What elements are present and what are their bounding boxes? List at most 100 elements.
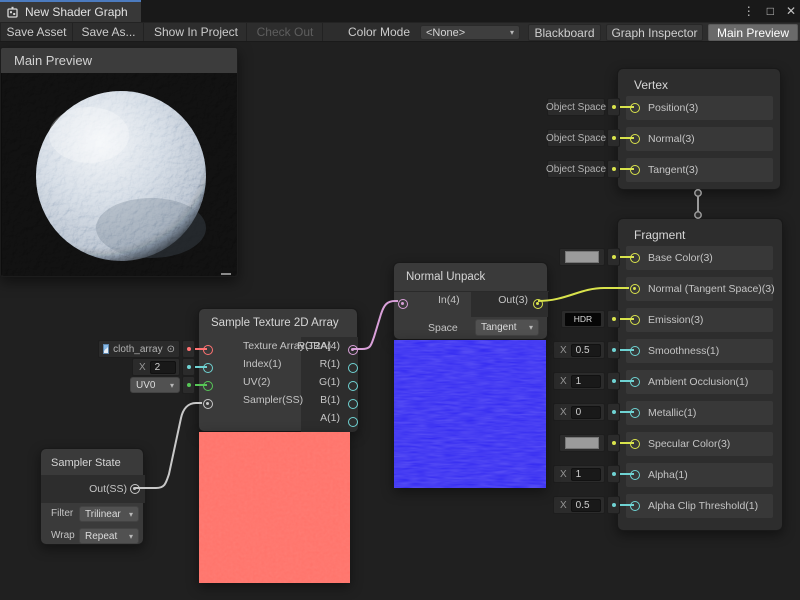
metallic-value-chip[interactable]: X0 [553,403,634,421]
wrap-label: Wrap [51,530,75,541]
space-value: Tangent [481,322,517,333]
fragment-node[interactable]: Fragment Base Color(3) Normal (Tangent S… [617,218,783,531]
uv-channel-dropdown[interactable]: UV0 ▾ [130,377,180,393]
object-picker-icon[interactable]: ⊙ [167,344,175,355]
save-asset-button[interactable]: Save Asset [0,23,73,41]
space-dropdown[interactable]: Tangent ▾ [475,319,539,336]
main-preview-toggle-button[interactable]: Main Preview [708,24,798,41]
unpack-node-title: Normal Unpack [406,271,485,283]
chip-connector-dot [607,248,620,266]
chip-wire-stub [620,504,634,506]
vertex-node[interactable]: Vertex Position(3) Normal(3) Tangent(3) [617,68,781,190]
blackboard-toggle-button[interactable]: Blackboard [528,24,601,41]
sampler-port[interactable] [203,399,213,409]
fragment-row-emission: Emission(3) [626,308,773,332]
cloth-array-texture-chip[interactable]: cloth_array ⊙ [98,340,207,358]
sampler-state-node[interactable]: Sampler State Out(SS) Filter Trilinear ▾… [40,448,144,545]
main-preview-panel: Main Preview [0,47,238,277]
window-close-icon[interactable]: ✕ [786,0,796,22]
ambient-occlusion-value-field[interactable]: 1 [571,375,601,388]
color-swatch[interactable] [565,251,599,263]
smoothness-value-field[interactable]: 0.5 [571,344,601,357]
chip-wire-stub [195,384,207,386]
fragment-row-ambient-occlusion: Ambient Occlusion(1) [626,370,773,394]
chip-wire-stub [620,168,634,170]
chip-wire-stub [620,473,634,475]
save-as-button[interactable]: Save As... [74,23,144,41]
r-port-label: R(1) [320,358,340,370]
b-port-label: B(1) [320,394,340,406]
chip-wire-stub [620,380,634,382]
chevron-down-icon: ▾ [129,532,133,541]
filter-value: Trilinear [85,509,121,520]
metallic-value-field[interactable]: 0 [571,406,601,419]
in-port-label: In(4) [438,294,460,306]
position-port-label: Position(3) [648,102,698,114]
graph-canvas[interactable]: Main Preview Vertex Position(3) Normal(3… [0,42,800,600]
emission-label: Emission(3) [648,314,703,326]
out-ss-port[interactable] [130,484,140,494]
vertex-node-title: Vertex [634,78,668,92]
in-port[interactable] [398,299,408,309]
uv-channel-value: UV0 [136,380,155,391]
index-value-field[interactable]: 2 [150,361,176,374]
rgba-port[interactable] [348,345,358,355]
chip-connector-dot [607,403,620,421]
main-preview-viewport[interactable] [1,73,237,277]
chip-wire-stub [620,256,634,258]
chip-connector-dot [607,372,620,390]
tab-bar: New Shader Graph ⋮ □ ✕ [0,0,800,22]
main-preview-title: Main Preview [14,53,92,68]
main-preview-header[interactable]: Main Preview [1,48,237,73]
b-port[interactable] [348,399,358,409]
fragment-node-title: Fragment [634,228,685,242]
alpha-clip-value-chip[interactable]: X0.5 [553,496,634,514]
out-port[interactable] [533,299,543,309]
normal-space-chip[interactable]: Object Space [547,129,634,147]
alpha-value-chip[interactable]: X1 [553,465,634,483]
chip-connector-dot [607,160,620,178]
base-color-label: Base Color(3) [648,252,713,264]
wrap-value: Repeat [85,531,117,542]
specular-color-swatch-chip[interactable] [559,434,634,452]
show-in-project-button[interactable]: Show In Project [146,23,247,41]
a-port[interactable] [348,417,358,427]
check-out-button: Check Out [248,23,323,41]
normal-ts-port[interactable] [630,284,640,294]
smoothness-value-chip[interactable]: X 0.5 [553,341,634,359]
color-mode-dropdown[interactable]: <None> ▾ [420,25,520,40]
unpack-node-texture-preview [394,340,546,488]
alpha-value-field[interactable]: 1 [571,468,601,481]
tangent-space-chip[interactable]: Object Space [547,160,634,178]
alpha-clip-value-field[interactable]: 0.5 [571,499,601,512]
tab-new-shader-graph[interactable]: New Shader Graph [0,0,141,22]
chip-connector-dot [182,376,195,394]
panel-resize-handle[interactable] [221,273,231,275]
base-color-swatch-chip[interactable] [559,248,634,266]
rgba-port-label: RGBA(4) [297,340,340,352]
position-space-chip[interactable]: Object Space [547,98,634,116]
hdr-color-field[interactable]: HDR [565,313,601,326]
window-maximize-icon[interactable]: □ [767,0,774,22]
sampler-node-title: Sampler State [51,457,121,469]
uv-channel-chip[interactable]: UV0 ▾ [130,376,207,394]
normal-ts-label: Normal (Tangent Space)(3) [648,283,775,295]
filter-dropdown[interactable]: Trilinear ▾ [79,506,139,522]
window-menu-icon[interactable]: ⋮ [743,0,755,22]
r-port[interactable] [348,363,358,373]
emission-hdr-chip[interactable]: HDR [561,310,634,328]
color-swatch[interactable] [565,437,599,449]
wrap-dropdown[interactable]: Repeat ▾ [79,528,139,544]
index-value-chip[interactable]: X2 [132,358,207,376]
smoothness-label: Smoothness(1) [648,345,719,357]
chip-connector-dot [182,340,195,358]
window-controls: ⋮ □ ✕ [743,0,796,22]
x-label: X [560,345,567,356]
out-ss-port-label: Out(SS) [89,483,127,495]
ambient-occlusion-value-chip[interactable]: X1 [553,372,634,390]
filter-label: Filter [51,508,73,519]
normal-unpack-node[interactable]: Normal Unpack In(4) Out(3) Space Tangent… [393,262,548,340]
sample-texture-2d-array-node[interactable]: Sample Texture 2D Array Texture Array(T2… [198,308,358,432]
graph-inspector-toggle-button[interactable]: Graph Inspector [606,24,703,41]
g-port[interactable] [348,381,358,391]
